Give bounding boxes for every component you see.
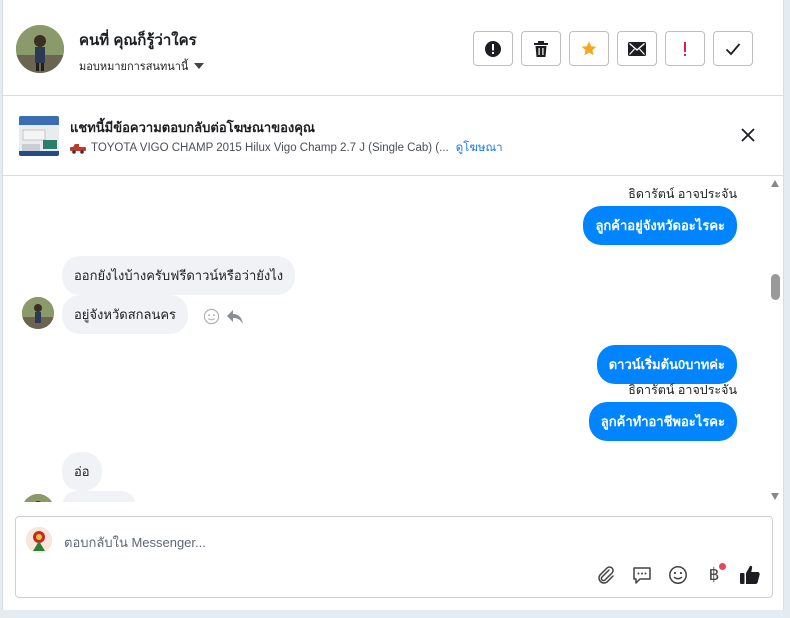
payment-button[interactable]: ฿ [702,563,726,587]
star-icon [581,41,597,55]
assign-label: มอบหมายการสนทนานี้ [79,61,189,73]
saved-replies-button[interactable] [630,563,654,587]
contact-avatar[interactable] [16,25,64,73]
incoming-message[interactable]: ออกยังไงบ้างครับฟรีดาวน์หรือว่ายังไง [62,256,296,295]
incoming-message[interactable]: อ่อ [62,452,102,491]
outgoing-message[interactable]: ลูกค้าอยู่จังหวัดอะไรคะ [583,206,737,245]
assign-conversation-dropdown[interactable]: มอบหมายการสนทนานี้ [79,57,205,75]
spam-button[interactable] [473,31,513,66]
ad-banner-title: แชทนี้มีข้อความตอบกลับต่อโฆษณาของคุณ [70,120,315,135]
message-reactions [203,308,244,325]
trash-icon [534,40,548,57]
exclamation-icon [684,41,686,56]
reply-composer: ฿ [15,516,773,598]
alert-icon [485,40,501,57]
paperclip-icon [598,566,614,584]
envelope-icon [628,41,646,56]
done-button[interactable] [713,31,753,66]
close-banner-button[interactable] [737,124,759,146]
follow-up-button[interactable] [665,31,705,66]
ad-banner-subtitle: TOYOTA VIGO CHAMP 2015 Hilux Vigo Champ … [70,139,503,157]
reply-input[interactable] [64,531,664,553]
scrollbar-thumb[interactable] [771,274,780,300]
action-toolbar [473,31,753,66]
delete-button[interactable] [521,31,561,66]
view-ad-link[interactable]: ดูโฆษณา [456,139,503,157]
sender-name: ธิดารัตน์ อาจประจัน [628,383,737,397]
emoji-button[interactable] [666,563,690,587]
check-icon [725,42,741,55]
attach-button[interactable] [594,563,618,587]
scroll-up-arrow-icon[interactable] [771,180,779,187]
scroll-down-arrow-icon[interactable] [771,493,779,500]
incoming-message-partial[interactable] [62,491,136,502]
contact-name: คนที่ คุณก็รู้ว่าใคร [79,32,197,49]
reply-icon[interactable] [226,309,244,325]
sender-name: ธิดารัตน์ อาจประจัน [628,187,737,201]
baht-icon: ฿ [708,565,720,585]
mark-unread-button[interactable] [617,31,657,66]
composer-toolbar: ฿ [594,563,762,587]
ad-product-text: TOYOTA VIGO CHAMP 2015 Hilux Vigo Champ … [91,142,449,154]
message-thread[interactable]: ธิดารัตน์ อาจประจัน ลูกค้าอยู่จังหวัดอะไ… [3,176,783,502]
conversation-header: คนที่ คุณก็รู้ว่าใคร มอบหมายการสนทนานี้ [3,0,783,96]
smiley-react-icon[interactable] [203,308,220,325]
page-avatar [26,527,52,553]
outgoing-message[interactable]: ลูกค้าทำอาชีพอะไรคะ [588,402,737,441]
contact-avatar-small [22,494,54,502]
notification-dot [719,563,726,570]
smiley-icon [669,566,687,584]
close-icon [741,128,755,142]
ad-reply-banner: แชทนี้มีข้อความตอบกลับต่อโฆษณาของคุณ TOY… [3,96,783,176]
star-button[interactable] [569,31,609,66]
like-button[interactable] [738,563,762,587]
incoming-message[interactable]: อยู่จังหวัดสกลนคร [62,295,189,334]
speech-bubble-icon [633,567,651,584]
pickup-truck-icon [70,143,86,154]
thumbs-up-icon [740,565,760,584]
contact-avatar-small [22,297,54,329]
outgoing-message[interactable]: ดาวน์เริ่มต้น0บาทค่ะ [596,345,737,384]
ad-thumbnail[interactable] [19,116,59,156]
conversation-panel: คนที่ คุณก็รู้ว่าใคร มอบหมายการสนทนานี้ [2,0,784,610]
caret-down-icon [194,63,205,69]
